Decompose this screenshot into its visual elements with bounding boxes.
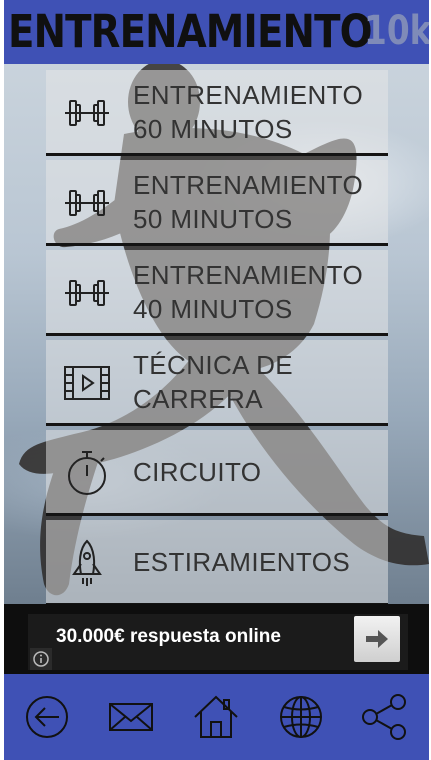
menu-label: ENTRENAMIENTO 60 MINUTOS xyxy=(133,79,364,144)
ad-arrow-button[interactable] xyxy=(354,616,400,662)
info-icon[interactable] xyxy=(30,648,52,670)
ad-text[interactable]: 30.000€ respuesta online xyxy=(56,626,281,648)
menu-item-training-40[interactable]: ENTRENAMIENTO 40 MINUTOS xyxy=(46,250,388,336)
stopwatch-icon xyxy=(68,451,106,495)
menu-item-running-technique[interactable]: TÉCNICA DE CARRERA xyxy=(46,340,388,426)
menu-label: ENTRENAMIENTO 40 MINUTOS xyxy=(133,259,364,324)
app-title: ENTRENAMIENTO xyxy=(8,5,373,58)
app-header: ENTRENAMIENTO 10k xyxy=(4,0,429,64)
menu-label: TÉCNICA DE CARRERA xyxy=(133,349,294,414)
menu-item-circuit[interactable]: CIRCUITO xyxy=(46,430,388,516)
menu-label: ENTRENAMIENTO 50 MINUTOS xyxy=(133,169,364,234)
menu-label: ESTIRAMIENTOS xyxy=(133,546,351,577)
dumbbell-icon xyxy=(65,190,109,216)
home-icon[interactable] xyxy=(191,692,241,742)
mail-icon[interactable] xyxy=(106,692,156,742)
menu-label: CIRCUITO xyxy=(133,456,262,487)
bottom-nav xyxy=(4,674,429,760)
film-play-icon xyxy=(64,366,110,400)
rocket-icon xyxy=(72,539,102,586)
back-arrow-icon[interactable] xyxy=(22,692,72,742)
menu-item-training-50[interactable]: ENTRENAMIENTO 50 MINUTOS xyxy=(46,160,388,246)
dumbbell-icon xyxy=(65,280,109,306)
app-frame: ENTRENAMIENTO 10k ENTRENAMIENTO 60 MINUT… xyxy=(4,0,429,760)
menu-item-stretching[interactable]: ESTIRAMIENTOS xyxy=(46,520,388,606)
arrow-right-icon xyxy=(366,630,388,648)
share-icon[interactable] xyxy=(360,692,410,742)
dumbbell-icon xyxy=(65,100,109,126)
ad-banner[interactable]: 30.000€ respuesta online xyxy=(4,604,429,674)
app-title-suffix: 10k xyxy=(364,8,429,54)
globe-icon[interactable] xyxy=(276,692,326,742)
menu-item-training-60[interactable]: ENTRENAMIENTO 60 MINUTOS xyxy=(46,70,388,156)
